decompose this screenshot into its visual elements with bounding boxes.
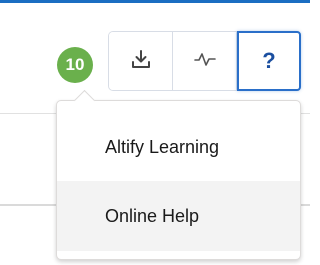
top-accent-bar <box>0 0 310 3</box>
menu-item-altify-learning[interactable]: Altify Learning <box>57 112 300 182</box>
download-icon <box>131 49 151 74</box>
activity-button[interactable] <box>173 32 237 90</box>
dropdown-pointer <box>73 89 96 112</box>
help-icon: ? <box>262 48 276 73</box>
help-button[interactable]: ? <box>237 31 301 91</box>
help-dropdown-menu: Altify Learning Online Help <box>56 89 301 260</box>
download-button[interactable] <box>109 32 173 90</box>
notification-count-badge[interactable]: 10 <box>57 47 93 83</box>
menu-item-online-help[interactable]: Online Help <box>57 181 300 251</box>
activity-icon <box>193 51 216 72</box>
utility-button-group: ? <box>108 31 301 91</box>
